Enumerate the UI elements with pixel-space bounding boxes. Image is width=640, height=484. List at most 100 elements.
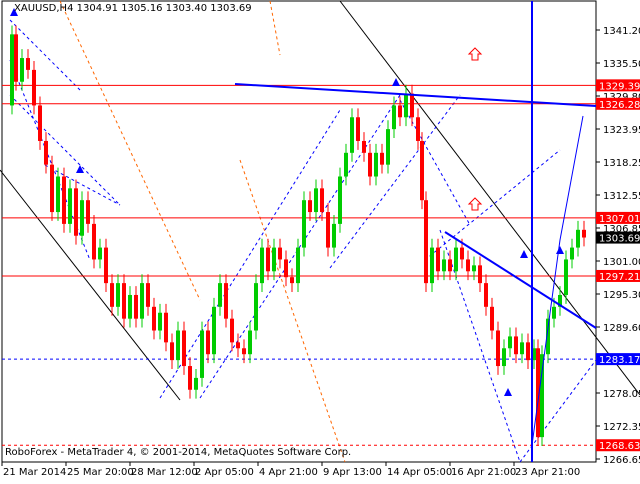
candle-body (508, 336, 512, 349)
candle-body (14, 34, 18, 82)
candle-body (484, 283, 488, 307)
candle-body (122, 283, 126, 319)
candle-body (152, 306, 156, 331)
x-tick-label: 28 Mar 12:00 (131, 467, 198, 478)
candle-body (26, 58, 30, 70)
orange-trendline (59, 0, 201, 301)
candle-body (326, 212, 330, 248)
wave-arrow-icon (556, 246, 564, 254)
candle-body (448, 259, 452, 272)
candle-body (430, 247, 434, 284)
candle-body (540, 354, 544, 438)
wave-arrow-icon (504, 388, 512, 396)
candle-body (38, 105, 42, 141)
candle-body (212, 306, 216, 355)
wave-arrow-icon (76, 165, 84, 173)
red-up-arrow-icon (467, 197, 483, 211)
candle-body (104, 247, 108, 284)
close-price: 1303.69 (210, 3, 252, 14)
candle-body (490, 306, 494, 331)
y-tick-label: 1335.50 (603, 59, 640, 70)
candle-body (472, 265, 476, 272)
candle-body (514, 336, 518, 355)
current-price-label: 1303.69 (599, 234, 640, 245)
wave-arrow-icon (520, 250, 528, 258)
symbol-name: XAUUSD,H4 (14, 3, 74, 14)
candle-body (350, 117, 354, 153)
candle-body (32, 69, 36, 106)
candle-body (296, 247, 300, 284)
candle-body (380, 152, 384, 165)
candle-body (424, 200, 428, 284)
candle-body (68, 188, 72, 224)
candle-body (570, 247, 574, 260)
candle-body (98, 247, 102, 260)
candle-body (368, 152, 372, 177)
low-price: 1303.40 (165, 3, 208, 14)
candle-body (272, 247, 276, 272)
candle-body (62, 176, 66, 224)
candle-body (86, 200, 90, 224)
copyright-text: RoboForex - MetaTrader 4, © 2001-2014, M… (5, 447, 352, 458)
candle-body (110, 283, 114, 307)
candle-body (230, 318, 234, 343)
candle-body (266, 247, 270, 272)
candle-body (92, 223, 96, 260)
candle-body (176, 330, 180, 361)
candle-body (404, 93, 408, 118)
candle-body (80, 200, 84, 236)
blue-channel-line (399, 99, 471, 226)
candle-body (564, 259, 568, 295)
candle-body (206, 330, 210, 355)
candle-body (374, 152, 378, 177)
candle-body (454, 247, 458, 272)
x-tick-label: 9 Apr 13:00 (323, 467, 382, 478)
candle-body (320, 188, 324, 213)
price-level-label: 1329.39 (599, 81, 640, 92)
candle-body (170, 342, 174, 361)
candle-body (56, 176, 60, 213)
open-price: 1304.91 (76, 3, 118, 14)
x-tick-label: 4 Apr 21:00 (259, 467, 318, 478)
candle-body (158, 312, 162, 331)
candle-body (194, 377, 198, 390)
candle-body (218, 283, 222, 307)
red-up-arrow-icon (467, 47, 483, 61)
candle-body (398, 105, 402, 118)
candle-body (460, 247, 464, 260)
candle-body (254, 283, 258, 331)
candle-body (200, 330, 204, 378)
blue-channel-line (199, 94, 401, 399)
orange-trendline (269, 0, 281, 56)
y-tick-label: 1266.65 (603, 455, 640, 466)
x-tick-label: 25 Mar 20:00 (67, 467, 134, 478)
price-level-label: 1283.17 (599, 355, 640, 366)
candle-body (552, 306, 556, 319)
candle-body (188, 366, 192, 390)
y-tick-label: 1289.60 (603, 323, 640, 334)
candle-body (478, 265, 482, 284)
price-level-label: 1268.63 (599, 441, 640, 452)
price-chart: 1341.201335.501329.801323.951318.251312.… (0, 0, 640, 478)
candle-body (416, 117, 420, 141)
candle-body (116, 283, 120, 307)
candle-body (308, 200, 312, 213)
x-tick-label: 14 Apr 05:00 (387, 467, 452, 478)
candle-body (20, 58, 24, 82)
candle-body (182, 330, 186, 367)
candle-body (520, 342, 524, 355)
candle-body (140, 283, 144, 319)
candle-body (332, 223, 336, 248)
y-tick-label: 1272.35 (603, 422, 640, 433)
candle-body (44, 140, 48, 165)
candle-body (302, 200, 306, 248)
y-tick-label: 1278.05 (603, 389, 640, 400)
candle-body (284, 259, 288, 278)
chart-header: XAUUSD,H4 1304.91 1305.16 1303.40 1303.6… (14, 3, 252, 14)
high-price: 1305.16 (121, 3, 163, 14)
candle-body (128, 294, 132, 319)
candle-body (134, 294, 138, 319)
y-tick-label: 1295.30 (603, 290, 640, 301)
candle-body (224, 283, 228, 319)
candle-body (278, 247, 282, 260)
